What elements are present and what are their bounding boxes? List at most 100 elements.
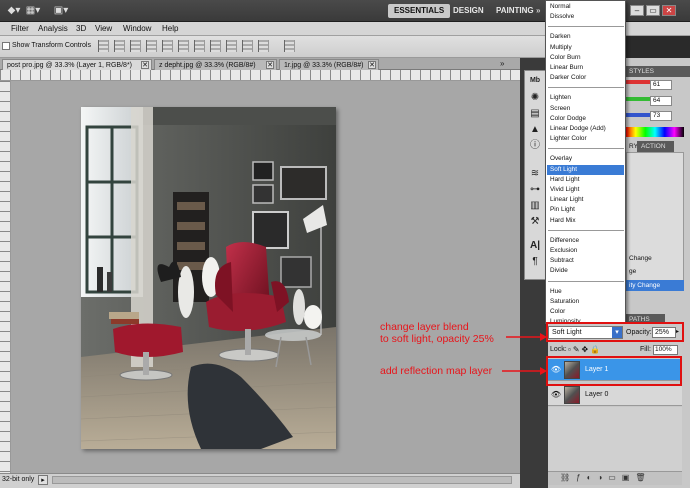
- blend-option-color[interactable]: Color: [550, 307, 565, 317]
- document-image[interactable]: [81, 107, 336, 449]
- blend-option-difference[interactable]: Difference: [550, 236, 579, 246]
- blend-option-saturation[interactable]: Saturation: [550, 297, 579, 307]
- red-value[interactable]: 61: [650, 80, 672, 90]
- history-item-selected[interactable]: ity Change: [626, 280, 684, 291]
- distribute-vcenter-icon[interactable]: [210, 40, 221, 52]
- green-value[interactable]: 64: [650, 96, 672, 106]
- blend-option-darken[interactable]: Darken: [550, 32, 571, 42]
- arrange-documents-icon[interactable]: ▦▾: [22, 4, 44, 18]
- blend-option-lighter-color[interactable]: Lighter Color: [550, 134, 587, 144]
- blend-option-linear-light[interactable]: Linear Light: [550, 195, 583, 205]
- align-hcenter-icon[interactable]: [162, 40, 173, 52]
- blend-option-divide[interactable]: Divide: [550, 266, 568, 276]
- doc-tab-z-depht[interactable]: z depht.jpg @ 33.3% (RGB/8#) ✕: [154, 59, 277, 70]
- screen-mode-icon[interactable]: ▣▾: [50, 4, 72, 18]
- workspace-design[interactable]: DESIGN: [447, 4, 490, 18]
- align-top-icon[interactable]: [98, 40, 109, 52]
- room-render: [81, 107, 336, 449]
- clone-source-icon[interactable]: ⊶: [527, 184, 543, 196]
- top-ruler[interactable]: [0, 70, 520, 81]
- sun-adjust-icon[interactable]: ✺: [527, 92, 543, 104]
- menu-3d[interactable]: 3D: [76, 24, 86, 34]
- brush-presets-icon[interactable]: ≋: [527, 168, 543, 180]
- close-icon[interactable]: ✕: [662, 5, 676, 16]
- tab-overflow-icon[interactable]: »: [500, 59, 504, 68]
- menu-analysis[interactable]: Analysis: [38, 24, 68, 34]
- blue-value[interactable]: 73: [650, 111, 672, 121]
- blend-option-linear-burn[interactable]: Linear Burn: [550, 63, 583, 73]
- layer-name[interactable]: Layer 0: [585, 391, 608, 398]
- close-tab-icon[interactable]: ✕: [266, 61, 274, 69]
- workspace-essentials[interactable]: ESSENTIALS: [388, 4, 451, 18]
- histogram-icon[interactable]: ▤: [527, 108, 543, 120]
- distribute-bottom-icon[interactable]: [226, 40, 237, 52]
- lock-icons[interactable]: ▫✎✥🔒: [568, 345, 602, 354]
- blend-option-color-burn[interactable]: Color Burn: [550, 53, 581, 63]
- blend-option-soft-light[interactable]: Soft Light: [547, 164, 624, 175]
- distribute-hcenter-icon[interactable]: [258, 40, 269, 52]
- doc-tab-label: z depht.jpg @ 33.3% (RGB/8#): [159, 62, 256, 69]
- blend-option-color-dodge[interactable]: Color Dodge: [550, 114, 586, 124]
- auto-align-icon[interactable]: [284, 40, 295, 52]
- doc-tab-post-pro[interactable]: post pro.jpg @ 33.3% (Layer 1, RGB/8*) ✕: [2, 59, 152, 70]
- character-icon[interactable]: A|: [527, 240, 543, 252]
- blend-option-screen[interactable]: Screen: [550, 104, 570, 114]
- show-transform-checkbox[interactable]: [2, 42, 10, 50]
- blend-option-normal[interactable]: Normal: [550, 2, 571, 12]
- info-icon[interactable]: ⓘ: [527, 140, 543, 152]
- align-bottom-icon[interactable]: [130, 40, 141, 52]
- history-item[interactable]: ge: [629, 268, 636, 275]
- layer-highlight-box: [546, 356, 682, 386]
- history-item[interactable]: Change: [629, 255, 652, 262]
- blend-option-linear-dodge-add[interactable]: Linear Dodge (Add): [550, 124, 606, 134]
- more-workspaces-button[interactable]: »: [530, 4, 546, 18]
- blend-option-hard-light[interactable]: Hard Light: [550, 175, 580, 185]
- status-play-icon[interactable]: ▸: [38, 475, 48, 485]
- blend-option-exclusion[interactable]: Exclusion: [550, 246, 577, 256]
- tool-presets-icon[interactable]: ⚒: [527, 216, 543, 228]
- distribute-top-icon[interactable]: [194, 40, 205, 52]
- menu-window[interactable]: Window: [123, 24, 151, 34]
- align-left-icon[interactable]: [146, 40, 157, 52]
- layers-empty-area[interactable]: [548, 407, 682, 471]
- blend-option-pin-light[interactable]: Pin Light: [550, 205, 575, 215]
- blend-mode-dropdown[interactable]: Normal Dissolve Darken Multiply Color Burn Li…: [545, 0, 626, 325]
- align-right-icon[interactable]: [178, 40, 189, 52]
- doc-tab-label: post pro.jpg @ 33.3% (Layer 1, RGB/8*): [7, 62, 132, 69]
- close-tab-icon[interactable]: ✕: [141, 61, 149, 69]
- blend-option-overlay[interactable]: Overlay: [550, 154, 572, 164]
- left-ruler[interactable]: [0, 81, 11, 473]
- menu-view[interactable]: View: [95, 24, 112, 34]
- actions-tab[interactable]: ACTION: [637, 141, 674, 152]
- menu-filter[interactable]: Filter: [11, 24, 29, 34]
- align-vcenter-icon[interactable]: [114, 40, 125, 52]
- blend-option-hue[interactable]: Hue: [550, 287, 562, 297]
- distribute-left-icon[interactable]: [242, 40, 253, 52]
- blend-option-multiply[interactable]: Multiply: [550, 43, 572, 53]
- layers-footer-icons[interactable]: ⛓ƒ◐◑▭▣🗑: [560, 473, 652, 482]
- doc-tab-label: 1r.jpg @ 33.3% (RGB/8#): [284, 62, 364, 69]
- blend-option-subtract[interactable]: Subtract: [550, 256, 574, 266]
- blend-option-hard-mix[interactable]: Hard Mix: [550, 216, 576, 226]
- horizontal-scrollbar[interactable]: [52, 476, 512, 484]
- color-ramp[interactable]: [626, 127, 684, 137]
- menu-help[interactable]: Help: [162, 24, 178, 34]
- eye-icon[interactable]: 👁: [550, 389, 562, 401]
- blend-option-darker-color[interactable]: Darker Color: [550, 73, 586, 83]
- fill-input[interactable]: 100%: [653, 345, 678, 355]
- navigator-icon[interactable]: ▲: [527, 124, 543, 136]
- doc-tab-1r[interactable]: 1r.jpg @ 33.3% (RGB/8#) ✕: [279, 59, 379, 70]
- blend-option-lighten[interactable]: Lighten: [550, 93, 571, 103]
- paragraph-icon[interactable]: ¶: [527, 256, 543, 268]
- blend-option-dissolve[interactable]: Dissolve: [550, 12, 574, 22]
- blend-option-vivid-light[interactable]: Vivid Light: [550, 185, 579, 195]
- restore-icon[interactable]: ▭: [646, 5, 660, 16]
- mini-bridge-icon[interactable]: Mb: [527, 75, 543, 87]
- layer-comps-icon[interactable]: ▥: [527, 200, 543, 212]
- styles-tab[interactable]: STYLES: [625, 66, 690, 77]
- blend-highlight-box: [546, 322, 684, 342]
- annotation-reflection: add reflection map layer: [380, 365, 493, 377]
- status-text: 32-bit only: [2, 476, 35, 483]
- close-tab-icon[interactable]: ✕: [368, 61, 376, 69]
- minimize-icon[interactable]: –: [630, 5, 644, 16]
